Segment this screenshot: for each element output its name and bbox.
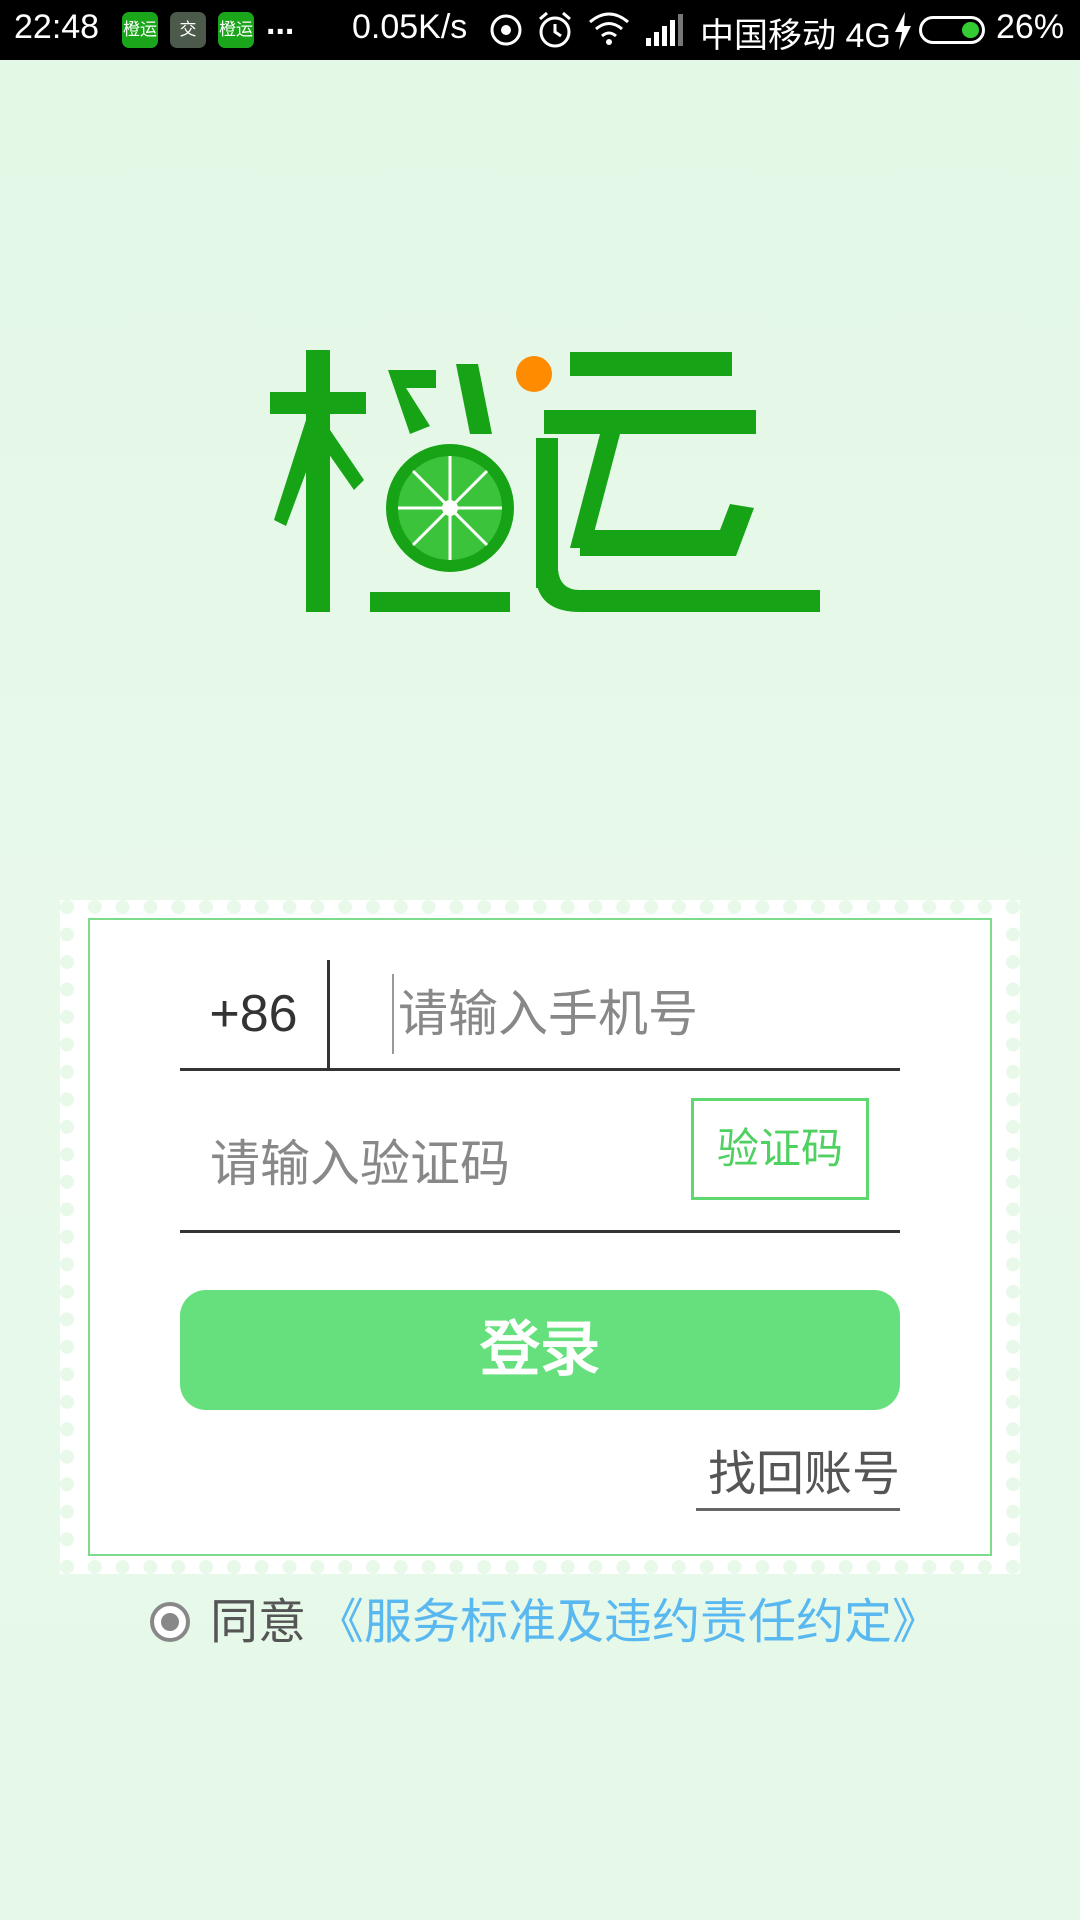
signal-icon <box>646 14 683 46</box>
agreement-radio[interactable] <box>150 1602 190 1642</box>
verification-code-input[interactable] <box>210 1124 630 1204</box>
phone-input[interactable] <box>392 974 898 1054</box>
get-code-button[interactable]: 验证码 <box>691 1098 869 1200</box>
battery-percent: 26% <box>996 8 1065 46</box>
hotspot-icon <box>490 14 522 46</box>
agreement-link[interactable]: 《服务标准及违约责任约定》 <box>316 1592 940 1652</box>
brand-logo <box>270 350 820 612</box>
login-button[interactable]: 登录 <box>180 1290 900 1410</box>
charging-icon <box>895 12 911 50</box>
status-time: 22:48 <box>14 8 100 46</box>
status-bar: 22:48 橙运 交 橙运 ... 0.05K/s 中国移动 4G 26% <box>0 0 1080 60</box>
app-notification-icon: 橙运 <box>122 12 158 48</box>
battery-icon <box>919 16 985 44</box>
carrier-label: 中国移动 4G <box>700 17 891 55</box>
alarm-icon <box>539 11 571 48</box>
agreement-label: 同意 <box>210 1594 307 1650</box>
more-notifications-icon: ... <box>266 4 295 42</box>
country-code[interactable]: +86 <box>180 960 330 1068</box>
app-notification-icon: 橙运 <box>218 12 254 48</box>
phone-row: +86 <box>180 960 900 1071</box>
net-speed: 0.05K/s <box>352 8 468 46</box>
notification-icon: 交 <box>170 12 206 48</box>
recover-account-link[interactable]: 找回账号 <box>696 1444 900 1511</box>
code-row: 验证码 <box>180 1098 900 1233</box>
wifi-icon <box>589 12 629 45</box>
radio-checked-icon <box>161 1613 179 1631</box>
